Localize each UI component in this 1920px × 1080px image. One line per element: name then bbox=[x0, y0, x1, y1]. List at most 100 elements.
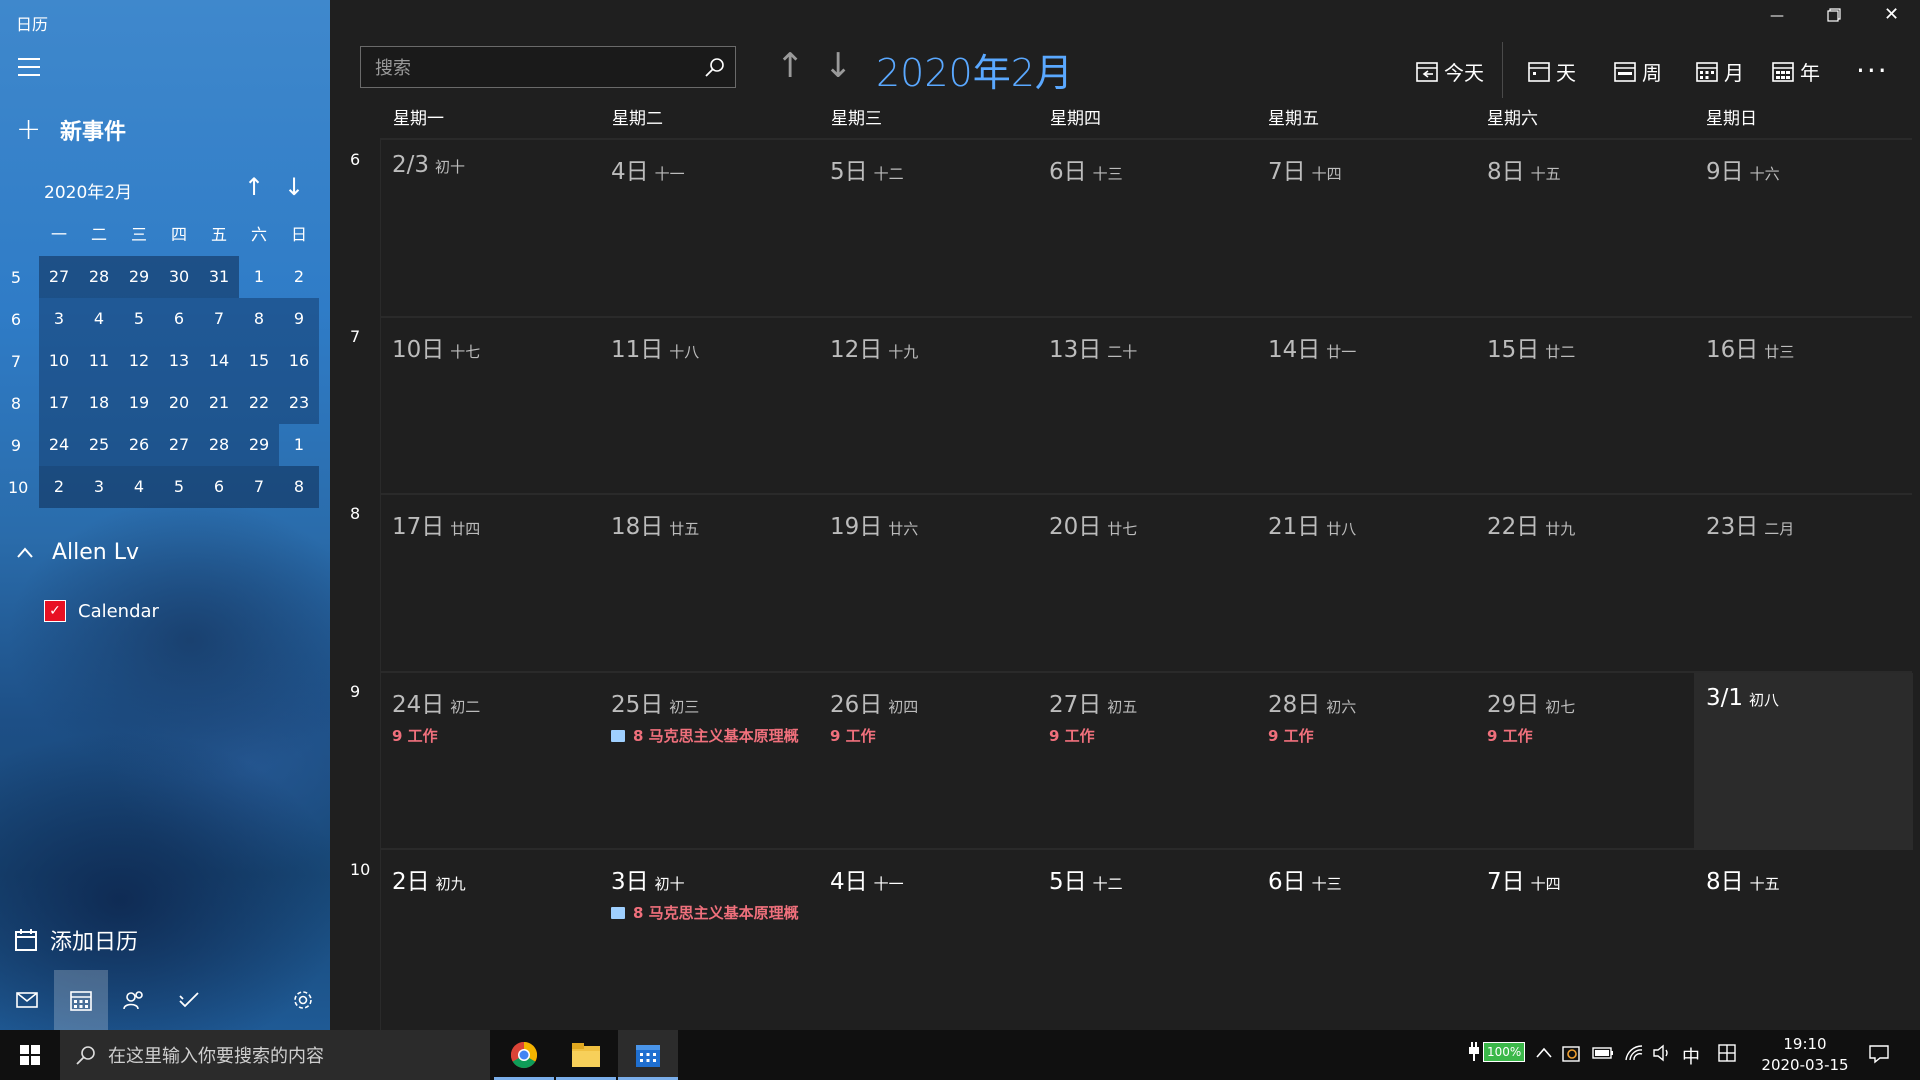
day-cell[interactable]: 16日 廿三 bbox=[1694, 318, 1913, 495]
previous-month-arrow-up-icon[interactable]: ↑ bbox=[776, 46, 805, 86]
day-cell[interactable]: 17日 廿四 bbox=[380, 495, 599, 672]
close-icon[interactable]: ✕ bbox=[1884, 4, 1899, 25]
mini-prev-month-arrow-up-icon[interactable]: ↑ bbox=[244, 173, 264, 201]
day-cell[interactable]: 25日 初三 8 马克思主义基本原理概 bbox=[599, 673, 818, 850]
mini-calendar-day[interactable]: 17 bbox=[39, 382, 79, 424]
day-cell[interactable]: 13日 二十 bbox=[1037, 318, 1256, 495]
mini-calendar-day[interactable]: 8 bbox=[279, 466, 319, 508]
add-calendar-button[interactable]: 添加日历 bbox=[14, 924, 138, 956]
next-month-arrow-down-icon[interactable]: ↓ bbox=[824, 46, 853, 86]
mini-calendar-day[interactable]: 4 bbox=[119, 466, 159, 508]
mini-calendar-day[interactable]: 29 bbox=[239, 424, 279, 466]
mini-calendar-day[interactable]: 25 bbox=[79, 424, 119, 466]
mini-calendar-day[interactable]: 7 bbox=[199, 298, 239, 340]
month-title[interactable]: 2020年2月 bbox=[876, 42, 1073, 97]
day-cell[interactable]: 15日 廿二 bbox=[1475, 318, 1694, 495]
minimize-icon[interactable]: — bbox=[1770, 8, 1784, 24]
mini-calendar-day[interactable]: 2 bbox=[39, 466, 79, 508]
ime-mode-icon[interactable] bbox=[1718, 1044, 1736, 1067]
year-view-button[interactable]: 年 bbox=[1772, 56, 1820, 86]
todo-checkmark-icon[interactable] bbox=[162, 970, 216, 1030]
mini-calendar-day[interactable]: 16 bbox=[279, 340, 319, 382]
calendar-app-icon[interactable] bbox=[618, 1030, 678, 1080]
mini-calendar-day[interactable]: 1 bbox=[279, 424, 319, 466]
mini-next-month-arrow-down-icon[interactable]: ↓ bbox=[284, 173, 304, 201]
day-cell[interactable]: 28日 初六 9 工作 bbox=[1256, 673, 1475, 850]
day-cell[interactable]: 4日 十一 bbox=[818, 850, 1037, 1027]
new-event-button[interactable]: + 新事件 bbox=[16, 112, 126, 148]
day-cell[interactable]: 6日 十三 bbox=[1256, 850, 1475, 1027]
mini-calendar-day[interactable]: 21 bbox=[199, 382, 239, 424]
account-header[interactable]: Allen Lv bbox=[16, 540, 139, 565]
volume-icon[interactable] bbox=[1652, 1044, 1672, 1067]
day-cell[interactable]: 7日 十四 bbox=[1475, 850, 1694, 1027]
mini-calendar-day[interactable]: 12 bbox=[119, 340, 159, 382]
calendar-event[interactable]: 8 马克思主义基本原理概 bbox=[611, 725, 816, 746]
checkbox-checked-icon[interactable]: ✓ bbox=[44, 600, 66, 622]
day-cell[interactable]: 23日 二月 bbox=[1694, 495, 1913, 672]
mini-calendar-day[interactable]: 27 bbox=[39, 256, 79, 298]
battery-icon[interactable] bbox=[1592, 1044, 1614, 1065]
today-button[interactable]: 今天 bbox=[1416, 56, 1484, 86]
day-cell[interactable]: 8日 十五 bbox=[1694, 850, 1913, 1027]
calendar-event[interactable]: 9 工作 bbox=[1049, 725, 1254, 746]
calendar-event[interactable]: 9 工作 bbox=[830, 725, 1035, 746]
input-language-indicator[interactable]: 中 bbox=[1682, 1043, 1700, 1069]
day-cell[interactable]: 5日 十二 bbox=[1037, 850, 1256, 1027]
settings-gear-icon[interactable] bbox=[276, 970, 330, 1030]
search-icon[interactable] bbox=[695, 47, 735, 87]
mini-calendar-day[interactable]: 5 bbox=[159, 466, 199, 508]
day-cell[interactable]: 7日 十四 bbox=[1256, 140, 1475, 317]
mini-calendar-day[interactable]: 15 bbox=[239, 340, 279, 382]
mini-calendar-day[interactable]: 9 bbox=[279, 298, 319, 340]
day-cell[interactable]: 4日 十一 bbox=[599, 140, 818, 317]
day-cell[interactable]: 2/3 初十 bbox=[380, 140, 599, 317]
day-cell[interactable]: 18日 廿五 bbox=[599, 495, 818, 672]
mini-calendar-day[interactable]: 4 bbox=[79, 298, 119, 340]
mini-calendar-day[interactable]: 6 bbox=[199, 466, 239, 508]
month-view-button[interactable]: 月 bbox=[1696, 56, 1744, 86]
more-options-icon[interactable]: ··· bbox=[1856, 54, 1889, 87]
chevron-up-tray-icon[interactable] bbox=[1536, 1044, 1552, 1065]
mini-calendar-day[interactable]: 27 bbox=[159, 424, 199, 466]
mini-calendar-day[interactable]: 1 bbox=[239, 256, 279, 298]
mini-calendar-day[interactable]: 13 bbox=[159, 340, 199, 382]
day-cell[interactable]: 24日 初二 9 工作 bbox=[380, 673, 599, 850]
mini-calendar-day[interactable]: 3 bbox=[79, 466, 119, 508]
day-cell[interactable]: 2日 初九 bbox=[380, 850, 599, 1027]
day-cell[interactable]: 6日 十三 bbox=[1037, 140, 1256, 317]
mini-calendar-day[interactable]: 6 bbox=[159, 298, 199, 340]
mini-calendar-day[interactable]: 8 bbox=[239, 298, 279, 340]
people-icon[interactable] bbox=[108, 970, 162, 1030]
mini-calendar-day[interactable]: 31 bbox=[199, 256, 239, 298]
search-input[interactable]: 搜索 bbox=[360, 46, 736, 88]
security-tray-icon[interactable] bbox=[1562, 1044, 1582, 1069]
calendar-toggle-row[interactable]: ✓ Calendar bbox=[44, 600, 159, 622]
day-cell[interactable]: 27日 初五 9 工作 bbox=[1037, 673, 1256, 850]
action-center-icon[interactable] bbox=[1868, 1044, 1890, 1069]
mini-calendar-day[interactable]: 5 bbox=[119, 298, 159, 340]
mail-icon[interactable] bbox=[0, 970, 54, 1030]
taskbar-clock[interactable]: 19:10 2020-03-15 bbox=[1750, 1034, 1860, 1076]
day-cell[interactable]: 8日 十五 bbox=[1475, 140, 1694, 317]
calendar-event[interactable]: 8 马克思主义基本原理概 bbox=[611, 902, 816, 923]
mini-calendar-day[interactable]: 19 bbox=[119, 382, 159, 424]
day-cell[interactable]: 11日 十八 bbox=[599, 318, 818, 495]
day-cell[interactable]: 9日 十六 bbox=[1694, 140, 1913, 317]
mini-calendar-day[interactable]: 11 bbox=[79, 340, 119, 382]
mini-calendar-day[interactable]: 3 bbox=[39, 298, 79, 340]
mini-calendar-day[interactable]: 10 bbox=[39, 340, 79, 382]
mini-calendar-day[interactable]: 18 bbox=[79, 382, 119, 424]
mini-calendar-day[interactable]: 20 bbox=[159, 382, 199, 424]
mini-calendar-day[interactable]: 28 bbox=[199, 424, 239, 466]
day-cell[interactable]: 10日 十七 bbox=[380, 318, 599, 495]
day-cell[interactable]: 12日 十九 bbox=[818, 318, 1037, 495]
mini-calendar-day[interactable]: 29 bbox=[119, 256, 159, 298]
mini-calendar-day[interactable]: 14 bbox=[199, 340, 239, 382]
mini-calendar-day[interactable]: 28 bbox=[79, 256, 119, 298]
day-cell[interactable]: 22日 廿九 bbox=[1475, 495, 1694, 672]
mini-calendar-day[interactable]: 7 bbox=[239, 466, 279, 508]
wifi-icon[interactable] bbox=[1624, 1044, 1644, 1067]
file-explorer-icon[interactable] bbox=[556, 1030, 616, 1080]
mini-calendar-day[interactable]: 26 bbox=[119, 424, 159, 466]
